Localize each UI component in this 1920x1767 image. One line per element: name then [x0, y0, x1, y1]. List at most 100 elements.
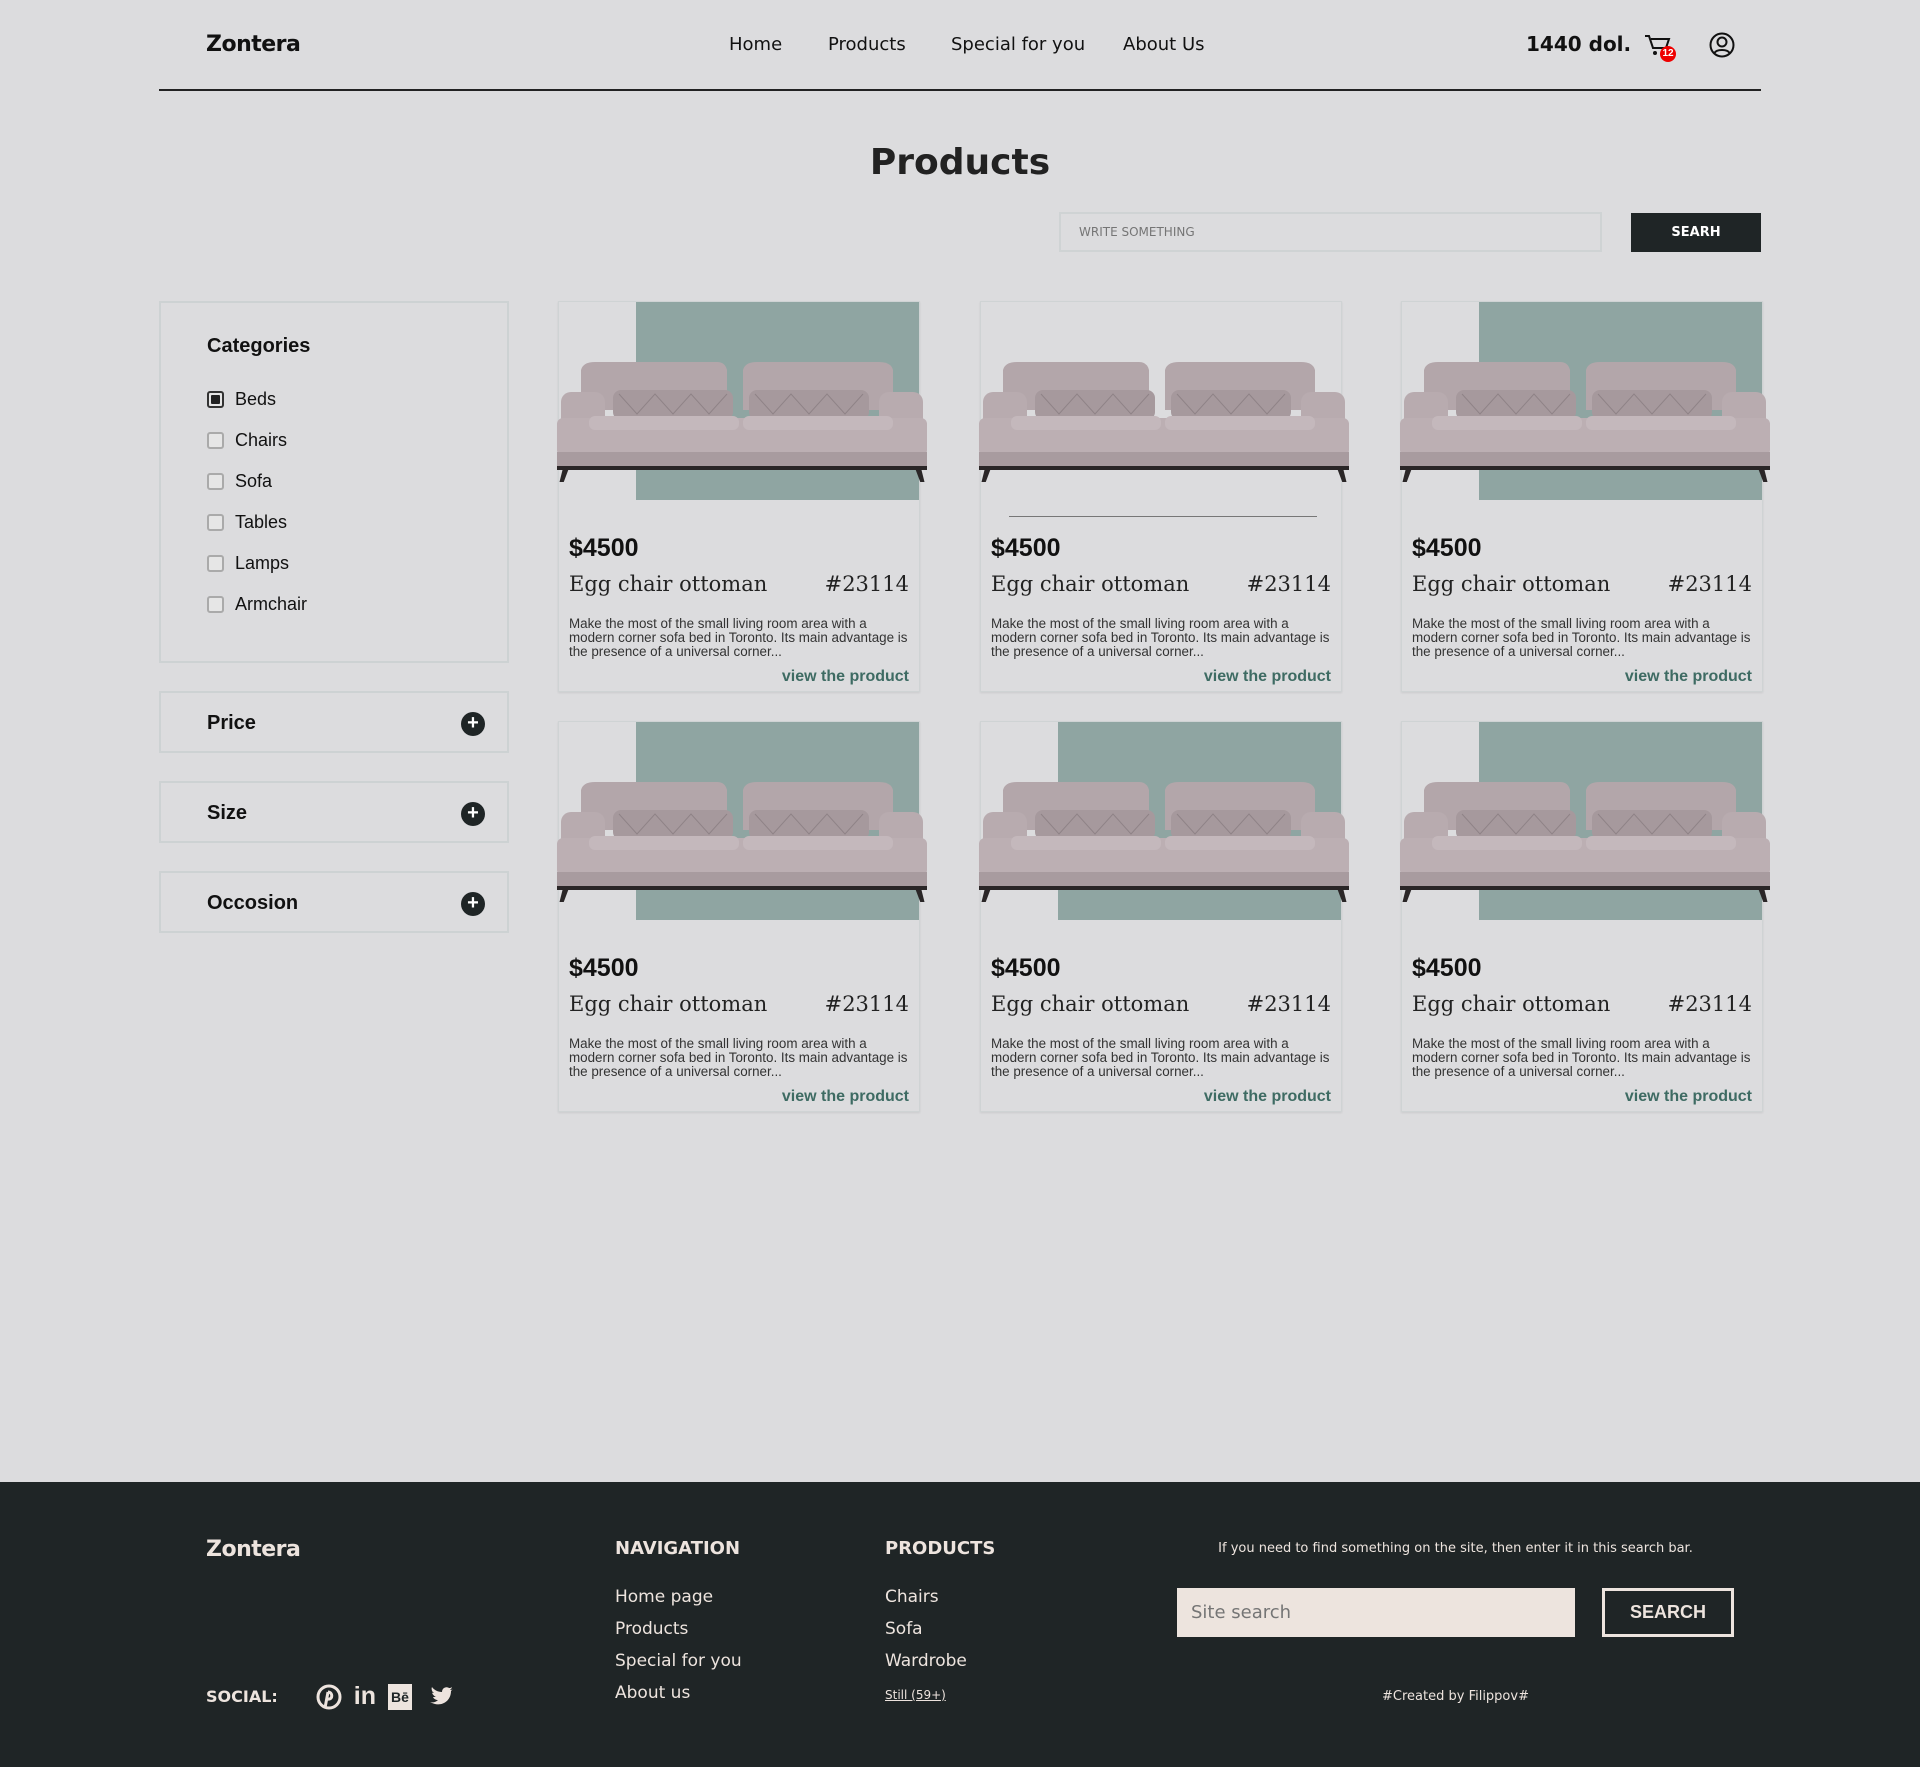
social-label: SOCIAL:: [206, 1687, 278, 1706]
checkbox[interactable]: [207, 596, 224, 613]
category-label: Chairs: [235, 430, 288, 450]
category-label: Sofa: [235, 471, 273, 491]
filter-price[interactable]: Price +: [159, 691, 509, 753]
view-product-link[interactable]: view the product: [782, 668, 909, 686]
pinterest-icon[interactable]: [316, 1684, 342, 1710]
product-price: $4500: [569, 954, 639, 982]
product-card: $4500 Egg chair ottoman #23114 Make the …: [1400, 301, 1770, 692]
logo[interactable]: Zontera: [206, 32, 301, 57]
product-price: $4500: [1412, 534, 1482, 562]
product-name: Egg chair ottoman: [991, 572, 1190, 596]
product-description: Make the most of the small living room a…: [1412, 1036, 1751, 1079]
product-name: Egg chair ottoman: [991, 992, 1190, 1016]
category-armchair[interactable]: Armchair: [207, 594, 307, 615]
footer-logo[interactable]: Zontera: [206, 1537, 301, 1562]
nav-products[interactable]: Products: [828, 34, 906, 55]
filter-occasion[interactable]: Occosion +: [159, 871, 509, 933]
footer-link-home[interactable]: Home page: [615, 1587, 713, 1607]
category-sofa[interactable]: Sofa: [207, 471, 272, 492]
product-card: $4500 Egg chair ottoman #23114 Make the …: [557, 721, 927, 1112]
view-product-link[interactable]: view the product: [1625, 1088, 1752, 1106]
divider: [1009, 516, 1317, 517]
nav-special[interactable]: Special for you: [951, 34, 1085, 55]
balance: 1440 dol.: [1526, 32, 1632, 56]
footer-nav-title: NAVIGATION: [615, 1538, 741, 1559]
behance-icon[interactable]: Bē: [388, 1683, 412, 1710]
filter-size[interactable]: Size +: [159, 781, 509, 843]
linkedin-icon[interactable]: in: [354, 1682, 376, 1711]
filter-label: Occosion: [207, 892, 299, 914]
search-button[interactable]: SEARH: [1631, 213, 1761, 252]
footer-link-wardrobe[interactable]: Wardrobe: [885, 1651, 967, 1671]
categories-title: Categories: [207, 335, 311, 357]
footer-link-about[interactable]: About us: [615, 1683, 690, 1703]
sofa-image: [557, 362, 927, 482]
cart-badge: 12: [1660, 46, 1676, 62]
view-product-link[interactable]: view the product: [1625, 668, 1752, 686]
category-label: Beds: [235, 389, 277, 409]
product-name: Egg chair ottoman: [1412, 572, 1611, 596]
product-id: #23114: [1246, 992, 1331, 1016]
product-id: #23114: [1246, 572, 1331, 596]
search-input[interactable]: [1059, 212, 1602, 252]
categories-panel: Categories Beds Chairs Sofa Tables Lamps…: [159, 301, 509, 663]
filter-label: Price: [207, 712, 256, 734]
product-price: $4500: [991, 954, 1061, 982]
checkbox[interactable]: [207, 391, 224, 408]
account-button[interactable]: [1709, 32, 1735, 63]
footer-link-chairs[interactable]: Chairs: [885, 1587, 939, 1607]
sofa-image: [1400, 362, 1770, 482]
product-description: Make the most of the small living room a…: [1412, 616, 1751, 659]
category-lamps[interactable]: Lamps: [207, 553, 289, 574]
nav-about[interactable]: About Us: [1123, 34, 1205, 55]
footer-link-special[interactable]: Special for you: [615, 1651, 742, 1671]
checkbox[interactable]: [207, 555, 224, 572]
search-note: If you need to find something on the sit…: [1218, 1541, 1693, 1556]
category-label: Tables: [235, 512, 288, 532]
product-description: Make the most of the small living room a…: [991, 1036, 1330, 1079]
view-product-link[interactable]: view the product: [782, 1088, 909, 1106]
product-name: Egg chair ottoman: [1412, 992, 1611, 1016]
product-card: $4500 Egg chair ottoman #23114 Make the …: [1400, 721, 1770, 1112]
sofa-image: [979, 782, 1349, 902]
filter-label: Size: [207, 802, 248, 824]
footer-products-title: PRODUCTS: [885, 1538, 996, 1559]
credit: #Created by Filippov#: [1382, 1689, 1529, 1704]
checkbox[interactable]: [207, 432, 224, 449]
page-title: Products: [869, 142, 1051, 183]
sofa-image: [1400, 782, 1770, 902]
plus-icon: +: [461, 712, 485, 736]
site-search-input[interactable]: [1177, 1588, 1575, 1637]
nav-home[interactable]: Home: [729, 34, 782, 55]
plus-icon: +: [461, 892, 485, 916]
user-icon: [1709, 32, 1735, 58]
footer-link-products[interactable]: Products: [615, 1619, 688, 1639]
checkbox[interactable]: [207, 514, 224, 531]
product-price: $4500: [569, 534, 639, 562]
category-label: Armchair: [235, 594, 308, 614]
twitter-icon[interactable]: [429, 1686, 454, 1707]
product-id: #23114: [1667, 992, 1752, 1016]
site-search-button[interactable]: SEARCH: [1602, 1588, 1734, 1637]
cart-button[interactable]: 12: [1644, 33, 1678, 63]
product-card: $4500 Egg chair ottoman #23114 Make the …: [979, 721, 1349, 1112]
product-description: Make the most of the small living room a…: [569, 616, 908, 659]
product-name: Egg chair ottoman: [569, 572, 768, 596]
checkbox[interactable]: [207, 473, 224, 490]
footer-link-sofa[interactable]: Sofa: [885, 1619, 923, 1639]
sofa-image: [557, 782, 927, 902]
product-name: Egg chair ottoman: [569, 992, 768, 1016]
footer-link-more[interactable]: Still (59+): [885, 1688, 946, 1702]
category-beds[interactable]: Beds: [207, 389, 276, 410]
sofa-image: [979, 362, 1349, 482]
category-label: Lamps: [235, 553, 290, 573]
category-chairs[interactable]: Chairs: [207, 430, 287, 451]
product-card: $4500 Egg chair ottoman #23114 Make the …: [557, 301, 927, 692]
view-product-link[interactable]: view the product: [1204, 668, 1331, 686]
category-tables[interactable]: Tables: [207, 512, 287, 533]
product-id: #23114: [824, 572, 909, 596]
product-price: $4500: [991, 534, 1061, 562]
header-divider: [159, 89, 1761, 91]
product-description: Make the most of the small living room a…: [991, 616, 1330, 659]
view-product-link[interactable]: view the product: [1204, 1088, 1331, 1106]
